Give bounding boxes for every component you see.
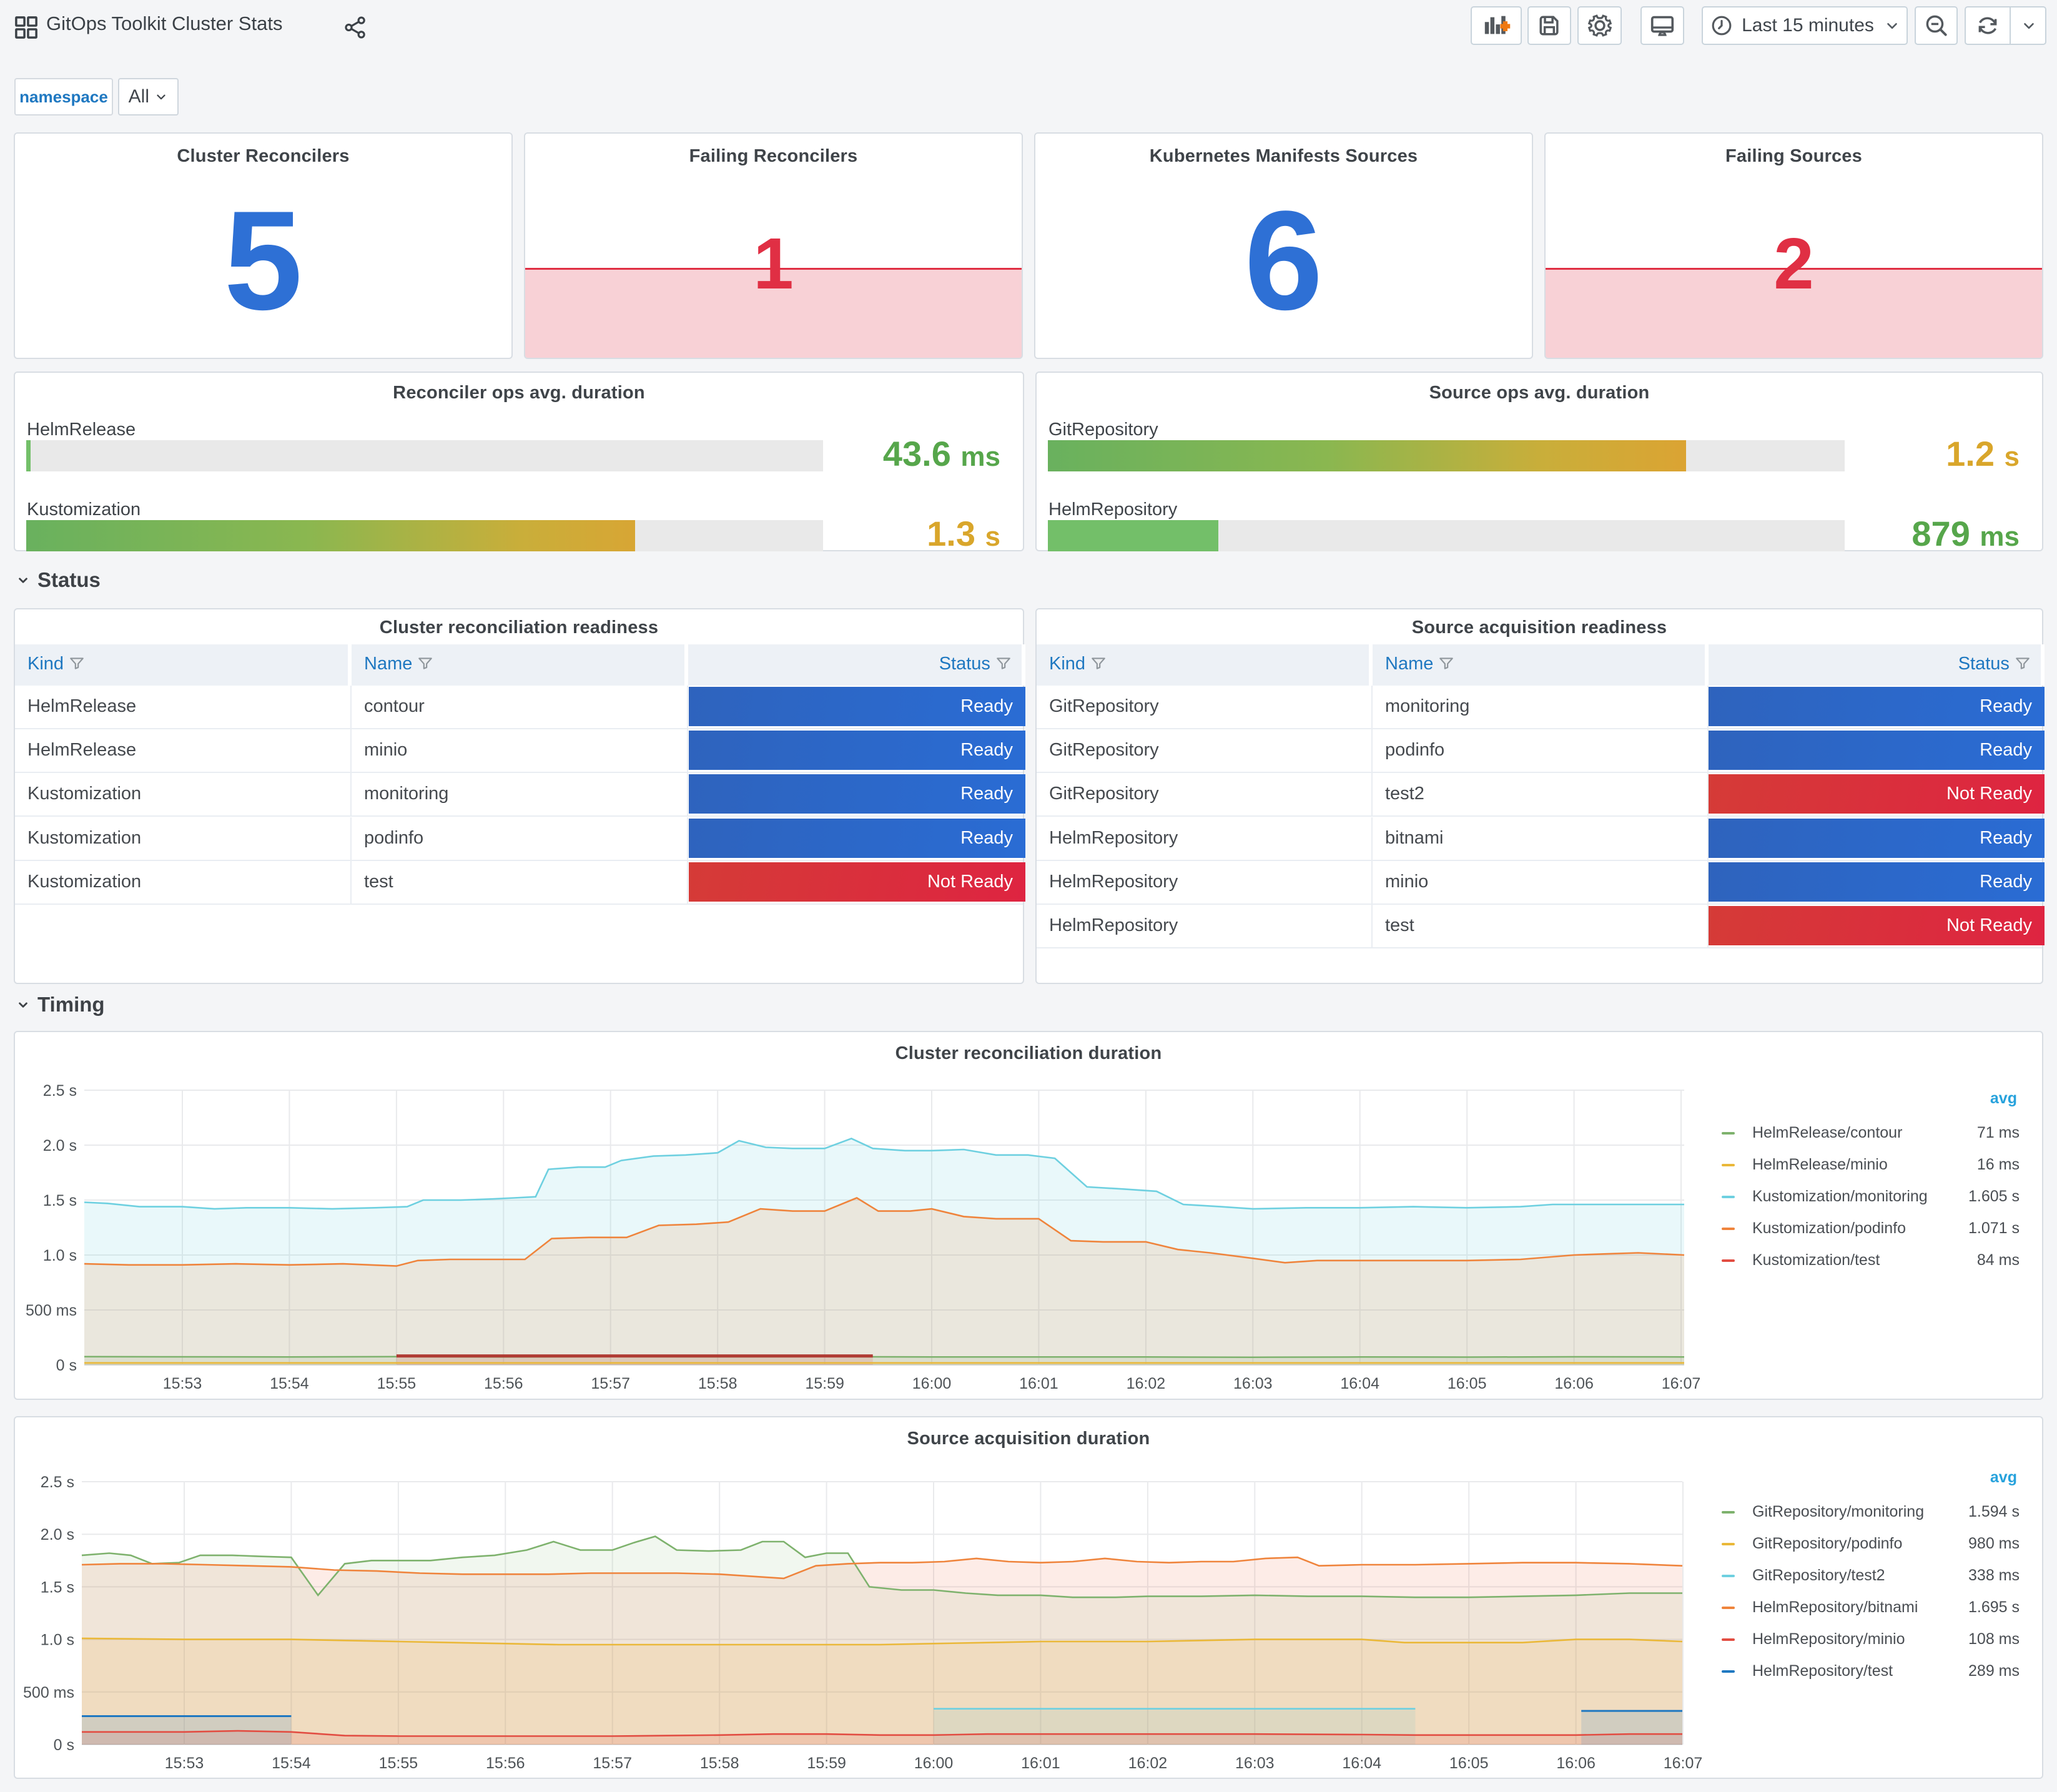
svg-text:1.5 s: 1.5 s: [43, 1192, 77, 1209]
svg-text:2.0 s: 2.0 s: [41, 1526, 74, 1543]
svg-text:15:57: 15:57: [591, 1375, 630, 1392]
svg-text:15:59: 15:59: [805, 1375, 844, 1392]
svg-text:1.0 s: 1.0 s: [43, 1247, 77, 1264]
svg-text:15:57: 15:57: [593, 1755, 632, 1772]
svg-text:16:06: 16:06: [1556, 1755, 1596, 1772]
svg-text:15:58: 15:58: [700, 1755, 739, 1772]
svg-text:16:07: 16:07: [1662, 1375, 1701, 1392]
svg-text:1.5 s: 1.5 s: [41, 1578, 74, 1596]
svg-text:1.0 s: 1.0 s: [41, 1632, 74, 1649]
svg-text:16:04: 16:04: [1342, 1755, 1381, 1772]
svg-text:0 s: 0 s: [54, 1736, 74, 1754]
svg-text:15:59: 15:59: [807, 1755, 846, 1772]
svg-text:16:03: 16:03: [1235, 1755, 1275, 1772]
svg-text:16:00: 16:00: [914, 1755, 954, 1772]
svg-text:15:58: 15:58: [698, 1375, 737, 1392]
svg-text:500 ms: 500 ms: [23, 1684, 74, 1701]
svg-text:16:00: 16:00: [912, 1375, 952, 1392]
svg-text:15:53: 15:53: [163, 1375, 202, 1392]
svg-text:16:07: 16:07: [1664, 1755, 1703, 1772]
svg-text:15:54: 15:54: [270, 1375, 309, 1392]
svg-text:16:03: 16:03: [1233, 1375, 1273, 1392]
svg-text:16:01: 16:01: [1021, 1755, 1060, 1772]
svg-text:16:05: 16:05: [1449, 1755, 1489, 1772]
svg-text:500 ms: 500 ms: [26, 1302, 77, 1319]
svg-text:16:05: 16:05: [1448, 1375, 1487, 1392]
svg-text:2.5 s: 2.5 s: [41, 1474, 74, 1491]
svg-text:16:06: 16:06: [1554, 1375, 1594, 1392]
svg-text:15:56: 15:56: [486, 1755, 525, 1772]
svg-text:15:55: 15:55: [379, 1755, 418, 1772]
svg-text:15:53: 15:53: [165, 1755, 204, 1772]
svg-text:16:02: 16:02: [1127, 1375, 1166, 1392]
svg-text:15:55: 15:55: [377, 1375, 417, 1392]
svg-text:2.5 s: 2.5 s: [43, 1082, 77, 1100]
svg-text:2.0 s: 2.0 s: [43, 1137, 77, 1154]
svg-text:16:01: 16:01: [1019, 1375, 1058, 1392]
svg-text:16:02: 16:02: [1128, 1755, 1168, 1772]
svg-text:15:54: 15:54: [272, 1755, 311, 1772]
svg-text:16:04: 16:04: [1340, 1375, 1379, 1392]
svg-text:0 s: 0 s: [56, 1357, 77, 1374]
svg-text:15:56: 15:56: [484, 1375, 523, 1392]
